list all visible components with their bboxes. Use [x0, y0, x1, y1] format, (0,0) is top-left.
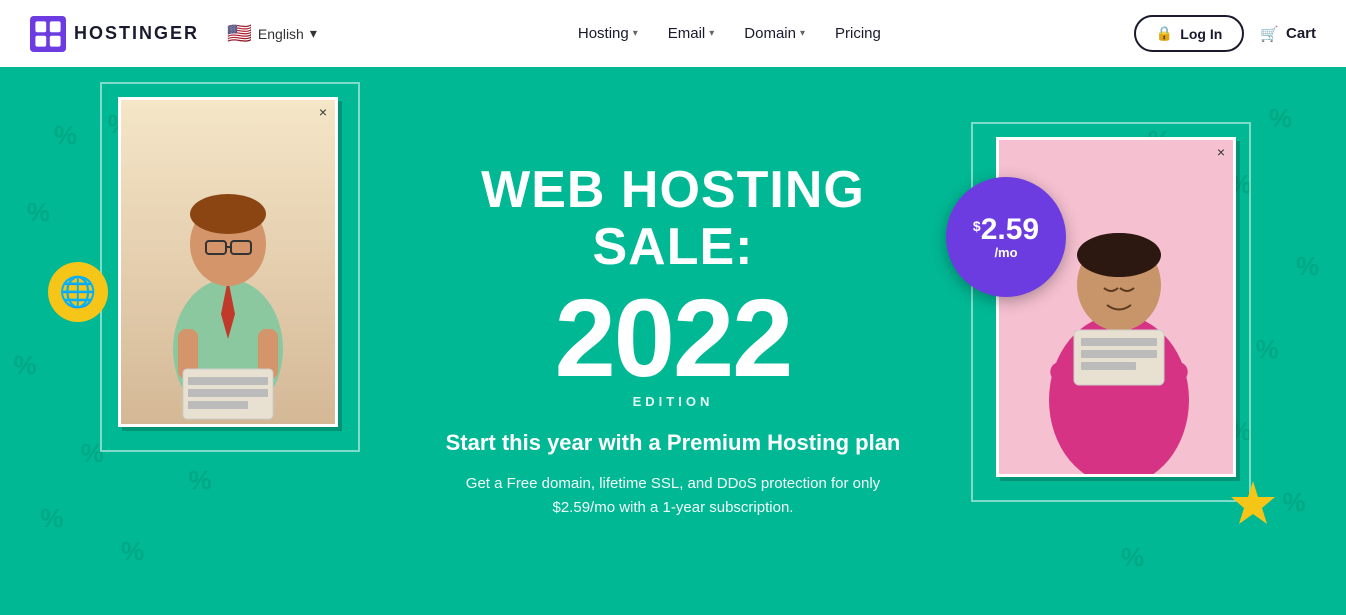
price-period: /mo [994, 245, 1017, 260]
hero-title: WEB HOSTING SALE: [446, 162, 901, 276]
logo-icon [30, 16, 66, 52]
cart-icon: 🛒 [1260, 25, 1279, 43]
domain-chevron-icon: ▾ [800, 28, 805, 39]
language-label: English [258, 26, 304, 42]
hero-subtitle: Start this year with a Premium Hosting p… [446, 429, 901, 458]
nav-email[interactable]: Email ▾ [668, 25, 715, 42]
lock-icon: 🔒 [1156, 25, 1173, 42]
globe-decoration: 🌐 [48, 262, 108, 322]
price-badge: $ 2.59 /mo [946, 177, 1066, 297]
navbar-left: HOSTINGER 🇺🇸 English ▾ [30, 16, 325, 52]
flag-icon: 🇺🇸 [227, 21, 252, 46]
logo-text: HOSTINGER [74, 23, 199, 44]
nav-domain[interactable]: Domain ▾ [744, 25, 805, 42]
login-button[interactable]: 🔒 Log In [1134, 15, 1244, 52]
navbar-right: 🔒 Log In 🛒 Cart [1134, 15, 1316, 52]
nav-hosting[interactable]: Hosting ▾ [578, 25, 638, 42]
navbar: HOSTINGER 🇺🇸 English ▾ Hosting ▾ Email ▾… [0, 0, 1346, 67]
navbar-nav: Hosting ▾ Email ▾ Domain ▾ Pricing [578, 25, 881, 42]
left-photo-frame [118, 97, 338, 427]
star-decoration [1228, 479, 1278, 540]
hosting-chevron-icon: ▾ [633, 28, 638, 39]
price-value: 2.59 [981, 215, 1039, 245]
login-label: Log In [1180, 26, 1222, 42]
edition-label: EDITION [446, 394, 901, 409]
nav-pricing-label: Pricing [835, 25, 881, 42]
email-chevron-icon: ▾ [709, 28, 714, 39]
hero-year: 2022 [446, 284, 901, 394]
language-selector[interactable]: 🇺🇸 English ▾ [219, 17, 325, 50]
nav-domain-label: Domain [744, 25, 796, 42]
nav-email-label: Email [668, 25, 706, 42]
hero-content: WEB HOSTING SALE: 2022 EDITION Start thi… [446, 162, 901, 520]
logo[interactable]: HOSTINGER [30, 16, 199, 52]
person-left-illustration [138, 129, 318, 424]
lang-chevron-icon: ▾ [310, 25, 317, 42]
price-amount: $ 2.59 [973, 215, 1039, 245]
nav-hosting-label: Hosting [578, 25, 629, 42]
price-currency: $ [973, 219, 981, 233]
hero-section: % % % % % % % % % % % % % % % % % % % % … [0, 67, 1346, 615]
cart-label: Cart [1286, 25, 1316, 42]
cart-button[interactable]: 🛒 Cart [1260, 25, 1316, 43]
nav-pricing[interactable]: Pricing [835, 25, 881, 42]
hero-description: Get a Free domain, lifetime SSL, and DDo… [458, 472, 888, 520]
